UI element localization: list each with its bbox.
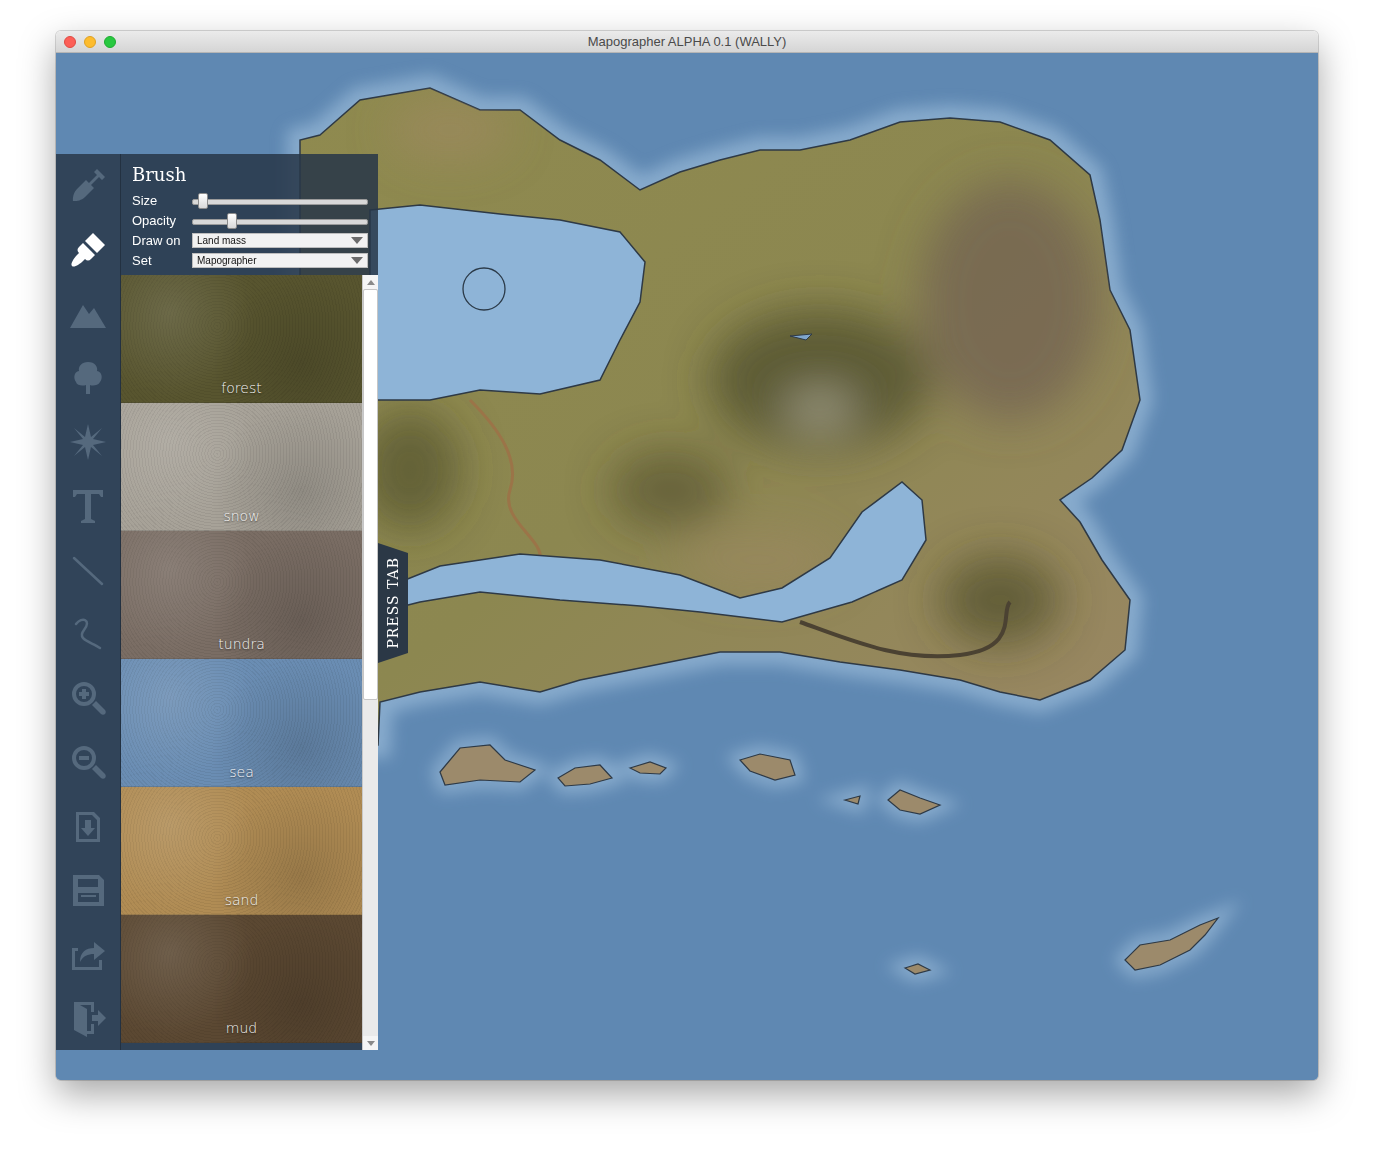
slider-label: Size — [132, 193, 192, 208]
mountain-icon — [68, 294, 108, 334]
tool-button[interactable] — [56, 346, 120, 410]
desktop: Mapographer ALPHA 0.1 (WALLY) Brush Size Op… — [0, 0, 1374, 1161]
dropdown-arrow-icon — [351, 257, 363, 264]
tool-button[interactable] — [56, 986, 120, 1050]
texture-name: snow — [223, 508, 259, 524]
island — [558, 765, 612, 786]
tool-overlay: Brush Size Opacity Draw on Land mass Set Mapog… — [56, 154, 408, 1050]
island — [740, 754, 795, 780]
texture-swatch[interactable]: sea — [121, 659, 362, 787]
tool-button[interactable] — [56, 154, 120, 218]
texture-swatch[interactable]: snow — [121, 403, 362, 531]
minimize-button[interactable] — [84, 36, 96, 48]
brush-cursor — [463, 268, 505, 310]
tool-button[interactable] — [56, 410, 120, 474]
tool-button[interactable] — [56, 922, 120, 986]
zoomin-icon — [68, 678, 108, 718]
island — [1125, 918, 1218, 970]
dropdown-row: Draw on Land mass — [132, 232, 368, 249]
compass-icon — [68, 422, 108, 462]
slider-row: Opacity — [132, 212, 368, 229]
tool-button[interactable] — [56, 538, 120, 602]
zoom-button[interactable] — [104, 36, 116, 48]
app-window: Mapographer ALPHA 0.1 (WALLY) Brush Size Op… — [56, 31, 1318, 1080]
land-mass — [300, 88, 1140, 745]
dropdown-label: Draw on — [132, 233, 192, 248]
toolbar — [56, 154, 121, 1050]
tool-button[interactable] — [56, 218, 120, 282]
slider-label: Opacity — [132, 213, 192, 228]
dropdown[interactable]: Mapographer — [192, 253, 368, 268]
texture-name: sea — [229, 764, 254, 780]
channel — [380, 482, 926, 622]
island — [440, 745, 535, 785]
island — [630, 762, 666, 774]
dropdown[interactable]: Land mass — [192, 233, 368, 248]
slider[interactable] — [192, 213, 368, 229]
dropdown-arrow-icon — [351, 237, 363, 244]
tree-icon — [68, 358, 108, 398]
tool-button[interactable] — [56, 602, 120, 666]
texture-name: tundra — [218, 636, 264, 652]
island — [905, 964, 930, 974]
texture-name: mud — [226, 1020, 257, 1036]
texture-swatch[interactable]: tundra — [121, 531, 362, 659]
slider-thumb[interactable] — [227, 213, 237, 229]
export-icon — [68, 934, 108, 974]
line-icon — [68, 550, 108, 590]
tool-button[interactable] — [56, 666, 120, 730]
road — [470, 400, 540, 560]
tool-button[interactable] — [56, 730, 120, 794]
slider-thumb[interactable] — [198, 193, 208, 209]
texture-swatch[interactable]: forest — [121, 275, 362, 403]
scroll-up-icon[interactable] — [363, 275, 378, 289]
scroll-track — [363, 289, 378, 1036]
slider-row: Size — [132, 192, 368, 209]
dropdown-row: Set Mapographer — [132, 252, 368, 269]
island — [845, 796, 860, 804]
brush-icon — [68, 230, 108, 270]
window-controls — [64, 36, 116, 48]
window-title: Mapographer ALPHA 0.1 (WALLY) — [588, 34, 787, 49]
curve-icon — [68, 614, 108, 654]
texture-swatches: forest snow tundra sea sand mud — [121, 275, 362, 1050]
texture-swatch[interactable]: mud — [121, 915, 362, 1043]
island — [888, 790, 940, 814]
tool-button[interactable] — [56, 794, 120, 858]
text-icon — [68, 486, 108, 526]
import-icon — [68, 806, 108, 846]
tool-button[interactable] — [56, 858, 120, 922]
zoomout-icon — [68, 742, 108, 782]
press-tab-label: PRESS TAB — [385, 557, 401, 649]
sea — [56, 53, 1318, 1080]
scroll-thumb[interactable] — [363, 289, 378, 700]
slider[interactable] — [192, 193, 368, 209]
lake — [370, 205, 645, 400]
texture-swatch[interactable]: sand — [121, 787, 362, 915]
exit-icon — [68, 998, 108, 1038]
dropdown-value: Land mass — [197, 235, 246, 246]
scroll-down-icon[interactable] — [363, 1036, 378, 1050]
texture-list: forest snow tundra sea sand mud — [121, 275, 378, 1050]
scrollbar[interactable] — [362, 275, 378, 1050]
save-icon — [68, 870, 108, 910]
tool-button[interactable] — [56, 474, 120, 538]
dropdown-label: Set — [132, 253, 192, 268]
press-tab-wrap: PRESS TAB — [378, 154, 408, 1050]
shovel-icon — [68, 166, 108, 206]
brush-panel: Brush Size Opacity Draw on Land mass Set Mapog… — [121, 154, 378, 1050]
river — [800, 602, 1010, 656]
close-button[interactable] — [64, 36, 76, 48]
panel-title: Brush — [132, 163, 368, 187]
press-tab[interactable]: PRESS TAB — [378, 543, 408, 663]
panel-header: Brush Size Opacity Draw on Land mass Set Mapog… — [121, 154, 378, 275]
map-canvas[interactable]: Brush Size Opacity Draw on Land mass Set Mapog… — [56, 53, 1318, 1080]
title-bar: Mapographer ALPHA 0.1 (WALLY) — [56, 31, 1318, 53]
texture-name: sand — [225, 892, 259, 908]
dropdown-value: Mapographer — [197, 255, 256, 266]
texture-name: forest — [221, 380, 261, 396]
tool-button[interactable] — [56, 282, 120, 346]
